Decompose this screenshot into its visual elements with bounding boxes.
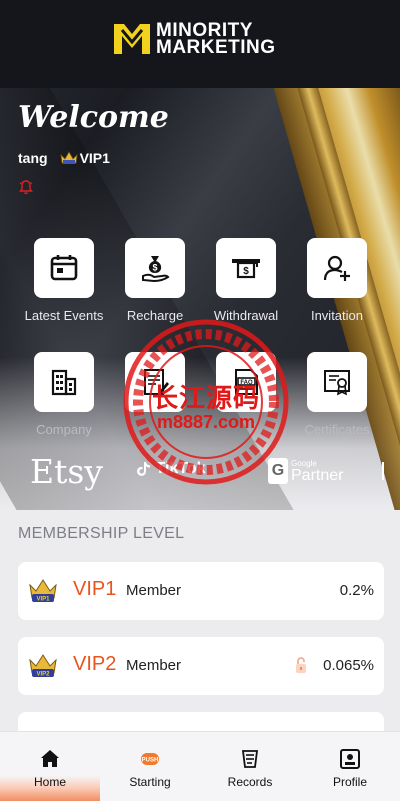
member-tag: Member [126, 582, 182, 599]
nav-label: Home [33, 775, 66, 789]
vip-crown-icon: VIP2 [29, 654, 57, 678]
vip-level-label: VIP1 [73, 578, 117, 600]
action-invitation[interactable]: Invitation [291, 238, 383, 323]
starting-icon: PUSH [141, 753, 159, 765]
logo-mark-icon [114, 24, 150, 54]
top-bar: MINORITY MARKETING [0, 0, 400, 88]
action-company[interactable]: Company [18, 352, 110, 437]
nav-home[interactable]: Home [0, 732, 100, 801]
google-partner-logo: G Google Partner [268, 458, 343, 484]
partner-label: Partner [291, 467, 344, 484]
bell-icon[interactable] [19, 179, 33, 195]
bottom-navigation: Home PUSH Starting Records Profile [0, 731, 400, 801]
membership-card-vip2[interactable]: VIP2 VIP2 Member 0.065% [18, 637, 384, 695]
membership-title: MEMBERSHIP LEVEL [18, 525, 185, 542]
lock-icon [296, 657, 306, 673]
records-icon [241, 750, 259, 768]
commission-rate: 0.065% [323, 657, 374, 674]
nav-profile[interactable]: Profile [300, 732, 400, 801]
tiktok-logo: TikTok [137, 460, 206, 478]
add-user-icon [323, 255, 350, 281]
brand-divider [382, 462, 384, 480]
calendar-icon [50, 255, 78, 281]
document-edit-icon [144, 369, 169, 395]
action-certificates[interactable]: Certificates [291, 352, 383, 437]
user-info: tang VIP1 [18, 150, 110, 166]
welcome-heading: Welcome [18, 100, 169, 135]
membership-card-vip1[interactable]: VIP1 VIP1 Member 0.2% [18, 562, 384, 620]
username: tang [18, 150, 48, 166]
profile-icon [340, 749, 360, 769]
nav-label: Records [227, 775, 273, 789]
action-label: Company [36, 422, 92, 437]
svg-text:PUSH: PUSH [142, 758, 159, 764]
nav-label: Profile [332, 775, 367, 789]
vip-crown-icon: VIP1 [29, 579, 57, 603]
action-label: Recharge [126, 308, 184, 323]
svg-text:$: $ [152, 263, 157, 273]
svg-text:VIP2: VIP2 [36, 672, 50, 678]
user-vip-level: VIP1 [79, 150, 110, 166]
nav-label: Starting [129, 775, 171, 789]
action-faq[interactable]: FAQ [200, 352, 292, 422]
action-label: Latest Events [24, 308, 104, 323]
tiktok-icon [137, 461, 150, 476]
partner-logos: Etsy TikTok G Google Partner [0, 450, 400, 496]
action-label: Withdrawal [213, 308, 279, 323]
brand-line2: MARKETING [156, 37, 276, 58]
vip-crown-icon [60, 151, 78, 164]
document-faq-icon: FAQ [235, 369, 258, 395]
commission-rate: 0.2% [339, 582, 374, 599]
cash-withdraw-icon: $ [232, 259, 260, 279]
svg-text:FAQ: FAQ [240, 380, 253, 386]
money-bag-icon: $ [142, 256, 170, 283]
home-icon [41, 750, 59, 767]
vip-level-label: VIP2 [73, 653, 117, 675]
action-withdrawal[interactable]: $ Withdrawal [200, 238, 292, 323]
action-label: Certificates [304, 422, 370, 437]
brand-logo: MINORITY MARKETING [112, 21, 276, 58]
tiktok-label: TikTok [155, 460, 206, 477]
google-g-icon: G [268, 458, 288, 484]
action-label: Invitation [310, 308, 364, 323]
svg-text:$: $ [243, 266, 249, 277]
action-document[interactable] [109, 352, 201, 422]
nav-records[interactable]: Records [200, 732, 300, 801]
action-latest-events[interactable]: Latest Events [18, 238, 110, 323]
svg-text:VIP1: VIP1 [36, 597, 50, 603]
building-icon [51, 369, 77, 396]
certificate-icon [324, 370, 350, 396]
member-tag: Member [126, 657, 182, 674]
action-recharge[interactable]: $ Recharge [109, 238, 201, 323]
nav-starting[interactable]: PUSH Starting [100, 732, 200, 801]
etsy-logo: Etsy [30, 452, 103, 491]
